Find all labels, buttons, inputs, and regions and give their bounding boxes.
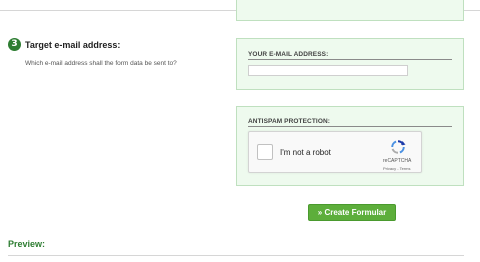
recaptcha-widget: I'm not a robot reCAPTCHA Privacy - Term…	[248, 131, 422, 173]
step-number-icon: 3	[8, 38, 21, 51]
antispam-label-rule	[248, 126, 452, 127]
captcha-checkbox[interactable]	[257, 144, 273, 160]
captcha-brand: reCAPTCHA	[383, 158, 412, 164]
create-formular-button[interactable]: » Create Formular	[308, 204, 396, 221]
preview-title: Preview:	[8, 239, 46, 249]
antispam-label: ANTISPAM PROTECTION:	[248, 118, 331, 125]
email-label: YOUR E-MAIL ADDRESS:	[248, 51, 329, 58]
captcha-label: I'm not a robot	[280, 148, 331, 157]
email-label-rule	[248, 59, 452, 60]
email-input[interactable]	[248, 65, 408, 76]
step-description: Which e-mail address shall the form data…	[25, 60, 177, 67]
captcha-links[interactable]: Privacy - Terms	[383, 166, 410, 171]
email-panel: YOUR E-MAIL ADDRESS:	[236, 38, 464, 90]
step-title: Target e-mail address:	[25, 40, 121, 50]
recaptcha-logo-icon	[391, 140, 406, 154]
previous-panel-bottom	[236, 0, 464, 21]
antispam-panel: ANTISPAM PROTECTION: I'm not a robot reC…	[236, 106, 464, 186]
bottom-divider	[8, 255, 464, 256]
